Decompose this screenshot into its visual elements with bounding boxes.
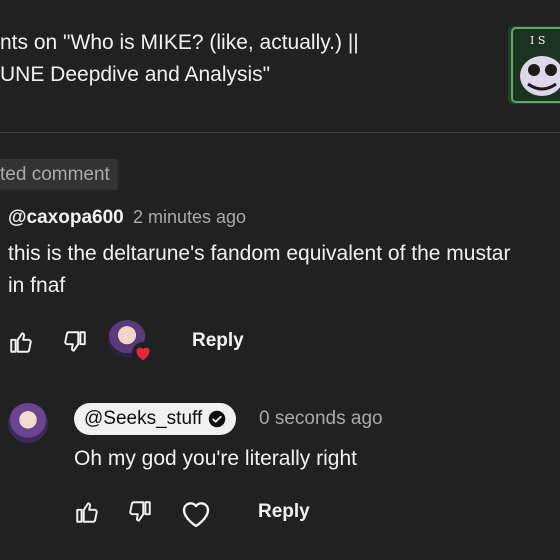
thumbs-up-icon[interactable] — [8, 329, 34, 355]
verified-icon — [208, 410, 226, 428]
creator-heart-icon — [132, 342, 154, 364]
comment-author-row: @caxopa600 2 minutes ago — [8, 204, 246, 231]
comment-author[interactable]: @caxopa600 — [8, 207, 124, 228]
highlighted-comment-badge: ted comment — [0, 159, 118, 190]
reply-thumbs-up-icon[interactable] — [74, 499, 100, 525]
thumbnail-art-icon: I S — [508, 26, 560, 104]
creator-heart-badge[interactable] — [108, 320, 154, 364]
video-title: nts on "Who is MIKE? (like, actually.) |… — [0, 27, 359, 91]
video-thumbnail[interactable]: I S — [508, 26, 560, 104]
reply-author-chip[interactable]: @Seeks_stuff — [74, 403, 237, 435]
heart-icon[interactable] — [180, 499, 212, 529]
reply-timestamp[interactable]: 0 seconds ago — [259, 406, 383, 432]
reply-avatar[interactable] — [8, 403, 48, 443]
comment-text-line-2: in fnaf — [8, 274, 66, 297]
header-divider — [0, 132, 560, 133]
comment-timestamp[interactable]: 2 minutes ago — [133, 207, 246, 227]
reply-thumbs-down-icon[interactable] — [127, 499, 153, 525]
comment-text: this is the deltarune's fandom equivalen… — [8, 238, 560, 302]
comment-reply-button[interactable]: Reply — [192, 328, 244, 354]
reply-author: @Seeks_stuff — [84, 408, 203, 429]
video-title-line-2: UNE Deepdive and Analysis" — [0, 63, 271, 86]
thumbs-down-icon[interactable] — [62, 329, 88, 355]
comments-panel: nts on "Who is MIKE? (like, actually.) |… — [0, 0, 560, 560]
video-title-line-1: nts on "Who is MIKE? (like, actually.) |… — [0, 31, 359, 54]
comment-text-line-1: this is the deltarune's fandom equivalen… — [8, 242, 511, 265]
reply-reply-button[interactable]: Reply — [258, 499, 310, 525]
svg-text:I S: I S — [530, 34, 545, 47]
reply-text: Oh my god you're literally right — [74, 447, 357, 470]
